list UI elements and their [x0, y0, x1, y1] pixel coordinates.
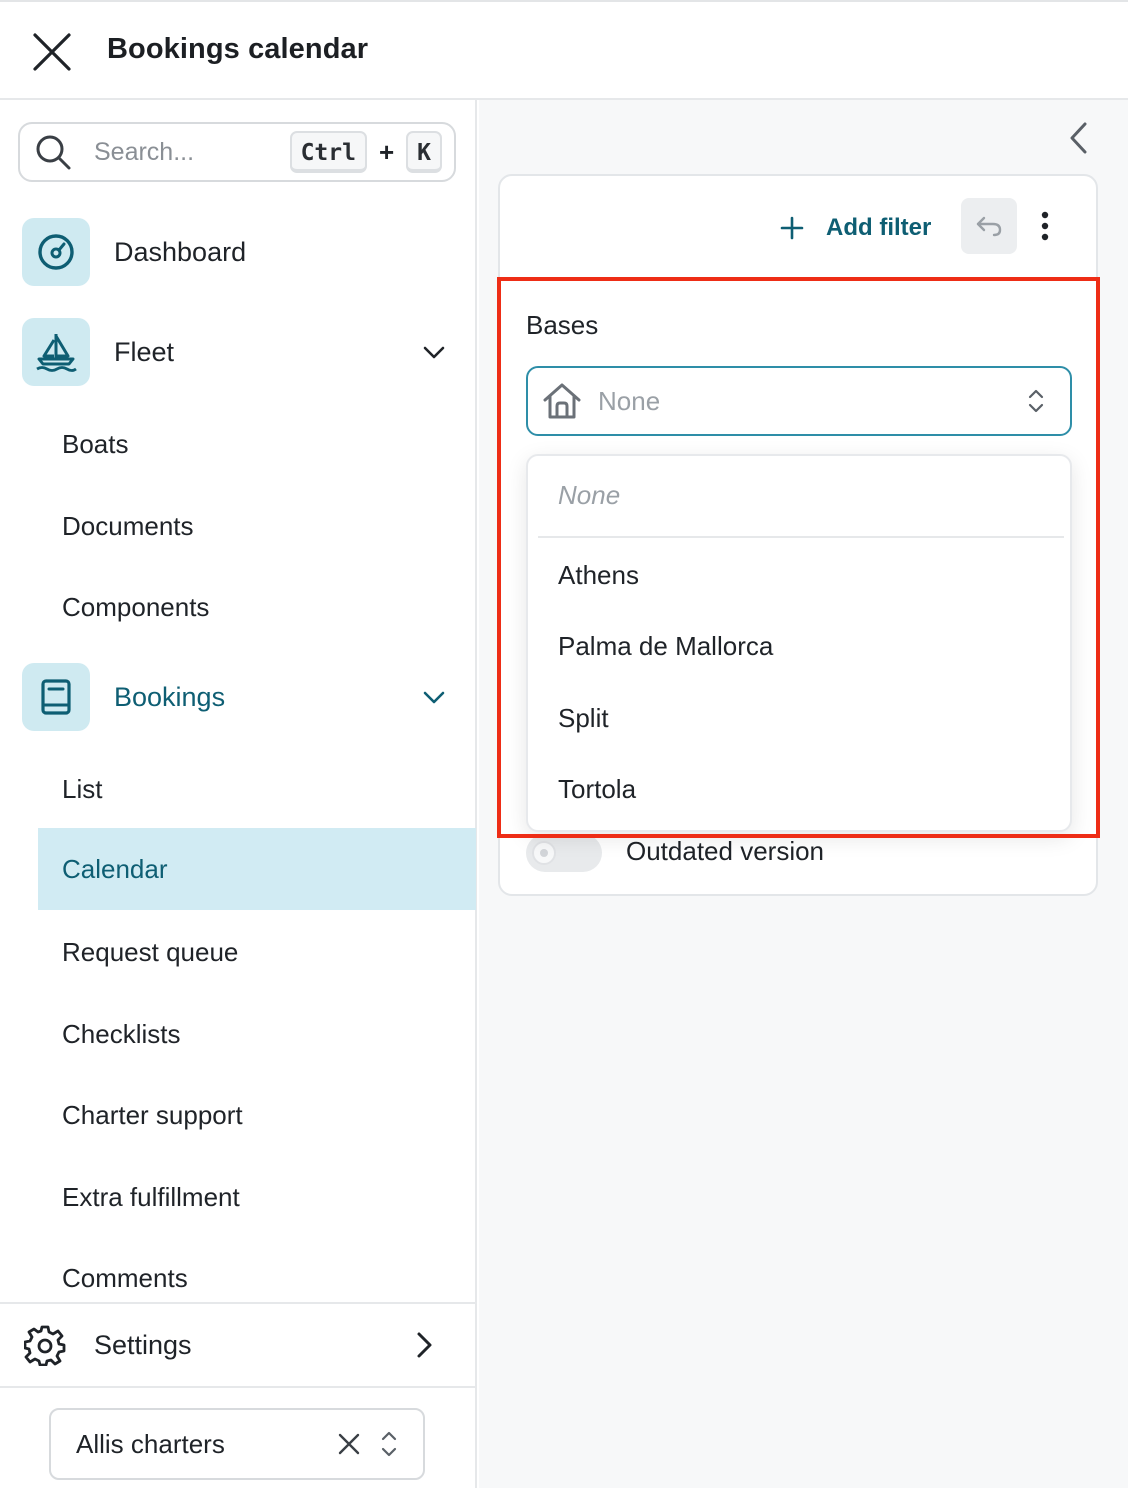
close-button[interactable] — [26, 26, 78, 78]
settings-label: Settings — [94, 1329, 192, 1360]
chevron-down-icon — [423, 691, 445, 704]
sidebar-item-label: Bookings — [114, 681, 226, 712]
chevron-up-down-icon — [381, 1431, 397, 1457]
sidebar-subitem-documents[interactable]: Documents — [38, 485, 476, 567]
organization-select[interactable]: Allis charters — [49, 1408, 425, 1480]
dropdown-divider — [538, 536, 1064, 538]
add-filter-button[interactable]: Add filter — [780, 206, 931, 250]
sidebar-subitem-calendar[interactable]: Calendar — [38, 828, 476, 910]
add-filter-label: Add filter — [826, 214, 932, 241]
filters-card: Add filter Bases None None Athens Palma … — [498, 174, 1098, 896]
sidebar-item-settings[interactable]: Settings — [0, 1302, 475, 1388]
search-input[interactable]: Search... Ctrl + K — [18, 122, 456, 182]
sidebar-subitem-list[interactable]: List — [38, 748, 476, 830]
bases-select[interactable]: None — [526, 366, 1072, 436]
more-vertical-icon — [1041, 211, 1049, 241]
gear-icon — [24, 1325, 66, 1366]
dropdown-option-palma-de-mallorca[interactable]: Palma de Mallorca — [558, 631, 773, 662]
outdated-version-toggle[interactable] — [526, 834, 602, 872]
more-options-button[interactable] — [1030, 206, 1060, 246]
shortcut-plus: + — [378, 136, 395, 167]
sidebar-item-bookings[interactable]: Bookings — [22, 663, 452, 731]
main-panel: Add filter Bases None None Athens Palma … — [479, 100, 1128, 1488]
sidebar-subitem-boats[interactable]: Boats — [38, 403, 476, 485]
fleet-icon-box — [22, 318, 90, 386]
chevron-left-icon — [1070, 122, 1087, 154]
sidebar-subitem-charter-support[interactable]: Charter support — [38, 1074, 476, 1156]
sidebar: Search... Ctrl + K Dashboard Fleet Boats… — [0, 100, 477, 1488]
chevron-up-down-icon — [1028, 389, 1044, 413]
undo-button[interactable] — [961, 198, 1017, 254]
bases-label: Bases — [526, 310, 599, 340]
bases-dropdown-menu: None Athens Palma de Mallorca Split Tort… — [526, 454, 1072, 832]
home-icon — [543, 383, 581, 419]
sidebar-item-fleet[interactable]: Fleet — [22, 318, 452, 386]
shortcut-key-ctrl: Ctrl — [289, 131, 367, 173]
organization-label: Allis charters — [76, 1428, 225, 1459]
outdated-version-label: Outdated version — [626, 836, 825, 866]
dropdown-option-athens[interactable]: Athens — [558, 560, 639, 591]
collapse-panel-button[interactable] — [1063, 120, 1095, 156]
bookings-icon-box — [22, 663, 90, 731]
bases-select-value: None — [598, 385, 661, 416]
clear-icon[interactable] — [337, 1432, 361, 1456]
sidebar-subitem-components[interactable]: Components — [38, 566, 476, 648]
undo-icon — [976, 216, 1002, 237]
sidebar-subitem-extra-fulfillment[interactable]: Extra fulfillment — [38, 1156, 476, 1238]
dashboard-icon-box — [22, 218, 90, 286]
page-header: Bookings calendar — [0, 2, 1128, 100]
sailboat-icon — [36, 334, 77, 372]
sidebar-item-label: Fleet — [114, 336, 175, 367]
toggle-knob — [532, 841, 556, 865]
sidebar-item-dashboard[interactable]: Dashboard — [22, 218, 452, 286]
chevron-right-icon — [417, 1332, 432, 1358]
page-title: Bookings calendar — [107, 33, 369, 65]
dropdown-option-tortola[interactable]: Tortola — [558, 774, 636, 805]
close-icon — [33, 33, 71, 71]
book-icon — [41, 679, 71, 715]
shortcut-key-k: K — [406, 131, 442, 173]
dropdown-option-none[interactable]: None — [558, 480, 620, 511]
plus-icon — [780, 216, 804, 240]
sidebar-item-label: Dashboard — [114, 236, 247, 267]
gauge-icon — [38, 234, 74, 270]
chevron-down-icon — [423, 346, 445, 359]
search-placeholder: Search... — [94, 137, 195, 166]
sidebar-subitem-checklists[interactable]: Checklists — [38, 993, 476, 1075]
dropdown-option-split[interactable]: Split — [558, 703, 609, 734]
search-icon — [36, 135, 71, 170]
sidebar-subitem-request-queue[interactable]: Request queue — [38, 911, 476, 993]
